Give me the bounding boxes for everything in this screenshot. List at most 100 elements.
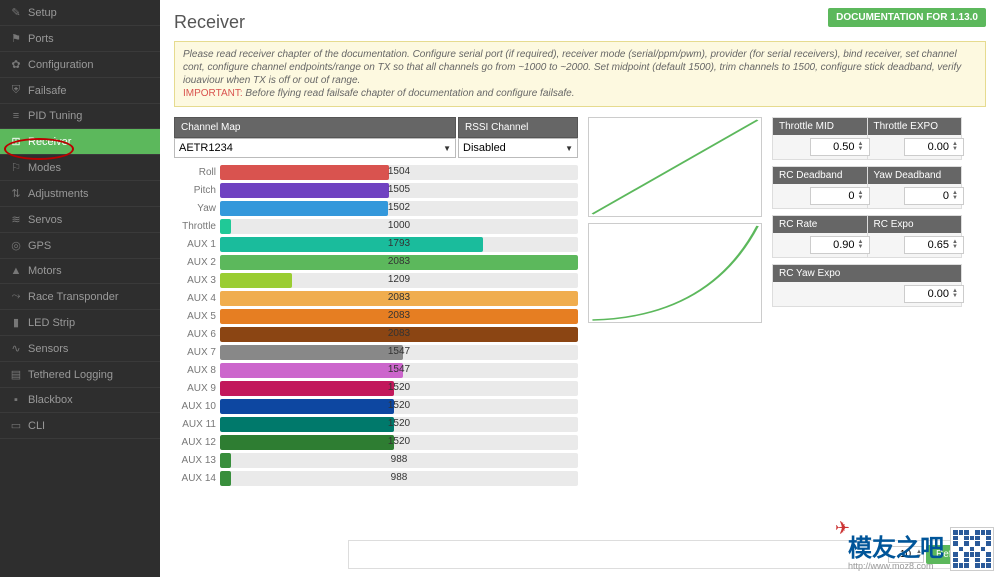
channel-label: Throttle [174, 221, 216, 232]
channel-bar: 1504 [220, 165, 578, 180]
documentation-badge[interactable]: DOCUMENTATION FOR 1.13.0 [828, 8, 986, 27]
throttle-curve-graph [588, 117, 762, 217]
spinner-icon[interactable]: ▲▼ [952, 191, 958, 201]
sidebar-item-tethered-logging[interactable]: ▤Tethered Logging [0, 362, 160, 388]
channel-label: AUX 13 [174, 455, 216, 466]
motors-icon: ▲ [10, 265, 22, 277]
sidebar-item-label: CLI [28, 420, 45, 432]
param-group: RC Deadband Yaw Deadband ▲▼ ▲▼ [772, 166, 962, 209]
channel-map-select[interactable]: AETR1234 ▼ [174, 138, 456, 158]
sidebar-item-ports[interactable]: ⚑Ports [0, 26, 160, 52]
tuning-parameters: Throttle MID Throttle EXPO ▲▼ ▲▼ RC D [772, 117, 962, 488]
sidebar: ✎Setup⚑Ports✿Configuration⛨Failsafe≡PID … [0, 0, 160, 577]
sidebar-item-label: GPS [28, 240, 51, 252]
setup-icon: ✎ [10, 6, 22, 19]
channel-bar: 1520 [220, 417, 578, 432]
param-group: Throttle MID Throttle EXPO ▲▼ ▲▼ [772, 117, 962, 160]
sidebar-item-label: Race Transponder [28, 291, 119, 303]
sidebar-item-modes[interactable]: ⚐Modes [0, 155, 160, 181]
rssi-channel-select[interactable]: Disabled ▼ [458, 138, 578, 158]
channel-bar: 1547 [220, 363, 578, 378]
channel-label: AUX 9 [174, 383, 216, 394]
channel-row-aux-13: AUX 13 988 [174, 452, 578, 469]
channel-row-aux-1: AUX 1 1793 [174, 236, 578, 253]
sidebar-item-label: Configuration [28, 59, 93, 71]
spinner-icon[interactable]: ▲▼ [952, 289, 958, 299]
channel-bar: 2083 [220, 291, 578, 306]
sidebar-item-label: Ports [28, 33, 54, 45]
channel-label: AUX 14 [174, 473, 216, 484]
sidebar-item-label: Blackbox [28, 394, 73, 406]
sidebar-item-configuration[interactable]: ✿Configuration [0, 52, 160, 78]
sidebar-item-label: LED Strip [28, 317, 75, 329]
sidebar-item-pid-tuning[interactable]: ≡PID Tuning [0, 104, 160, 129]
channel-row-aux-10: AUX 10 1520 [174, 398, 578, 415]
caret-down-icon: ▼ [565, 144, 573, 153]
channel-value: 988 [220, 472, 578, 483]
adjustments-icon: ⇅ [10, 187, 22, 200]
sidebar-item-label: Modes [28, 162, 61, 174]
sidebar-item-led-strip[interactable]: ▮LED Strip [0, 310, 160, 336]
blackbox-icon: ▪ [10, 394, 22, 406]
channel-row-yaw: Yaw 1502 [174, 200, 578, 217]
channel-bar: 988 [220, 471, 578, 486]
sidebar-item-label: Failsafe [28, 85, 67, 97]
info-text: Please read receiver chapter of the docu… [183, 49, 961, 86]
caret-down-icon: ▼ [443, 144, 451, 153]
param-label: RC Rate [773, 216, 867, 233]
channel-bar: 2083 [220, 255, 578, 270]
rssi-value: Disabled [463, 142, 506, 154]
important-text: Before flying read failsafe chapter of d… [245, 88, 574, 99]
receiver-icon: ⊞ [10, 135, 22, 148]
servos-icon: ≋ [10, 213, 22, 226]
sensors-icon: ∿ [10, 342, 22, 355]
channel-bar: 2083 [220, 309, 578, 324]
channel-value: 988 [220, 454, 578, 465]
rssi-channel-header: RSSI Channel [458, 117, 578, 138]
sidebar-item-servos[interactable]: ≋Servos [0, 207, 160, 233]
spinner-icon[interactable]: ▲▼ [858, 240, 864, 250]
sidebar-item-adjustments[interactable]: ⇅ Adjustments [0, 181, 160, 207]
sidebar-item-motors[interactable]: ▲Motors [0, 259, 160, 284]
race-transponder-icon: ⤳ [10, 290, 22, 303]
qr-code [950, 527, 994, 571]
channel-row-aux-8: AUX 8 1547 [174, 362, 578, 379]
sidebar-item-failsafe[interactable]: ⛨Failsafe [0, 78, 160, 104]
channel-map-value: AETR1234 [179, 142, 233, 154]
sidebar-item-cli[interactable]: ▭ CLI [0, 413, 160, 439]
channel-row-aux-2: AUX 2 2083 [174, 254, 578, 271]
channel-row-roll: Roll 1504 [174, 164, 578, 181]
spinner-icon[interactable]: ▲▼ [952, 240, 958, 250]
sidebar-item-label: Receiver [28, 136, 71, 148]
channel-row-aux-4: AUX 4 2083 [174, 290, 578, 307]
param-label: Throttle EXPO [868, 118, 962, 135]
sidebar-item-setup[interactable]: ✎Setup [0, 0, 160, 26]
spinner-icon[interactable]: ▲▼ [952, 142, 958, 152]
param-group: RC Rate RC Expo ▲▼ ▲▼ [772, 215, 962, 258]
bottom-toolbar: ▲▼ Refresh [348, 540, 986, 569]
spinner-icon[interactable]: ▲▼ [858, 142, 864, 152]
channel-label: AUX 5 [174, 311, 216, 322]
spinner-icon[interactable]: ▲▼ [858, 191, 864, 201]
channel-row-aux-7: AUX 7 1547 [174, 344, 578, 361]
channel-label: AUX 11 [174, 419, 216, 430]
sidebar-item-sensors[interactable]: ∿Sensors [0, 336, 160, 362]
channel-row-aux-11: AUX 11 1520 [174, 416, 578, 433]
sidebar-item-label: Adjustments [28, 188, 89, 200]
sidebar-item-blackbox[interactable]: ▪ Blackbox [0, 388, 160, 413]
channel-bar: 2083 [220, 327, 578, 342]
sidebar-item-gps[interactable]: ◎GPS [0, 233, 160, 259]
channel-row-aux-6: AUX 6 2083 [174, 326, 578, 343]
param-group: RC Yaw Expo ▲▼ [772, 264, 962, 307]
sidebar-item-receiver[interactable]: ⊞ Receiver [0, 129, 160, 155]
spinner-icon[interactable]: ▲▼ [916, 550, 922, 560]
channel-row-throttle: Throttle 1000 [174, 218, 578, 235]
channel-bar: 1793 [220, 237, 578, 252]
channel-label: Yaw [174, 203, 216, 214]
channel-bar: 1505 [220, 183, 578, 198]
sidebar-item-race-transponder[interactable]: ⤳ Race Transponder [0, 284, 160, 310]
cli-icon: ▭ [10, 419, 22, 432]
channel-value: 1000 [220, 220, 578, 231]
main-content: Receiver DOCUMENTATION FOR 1.13.0 Please… [160, 0, 1000, 577]
channel-label: AUX 10 [174, 401, 216, 412]
